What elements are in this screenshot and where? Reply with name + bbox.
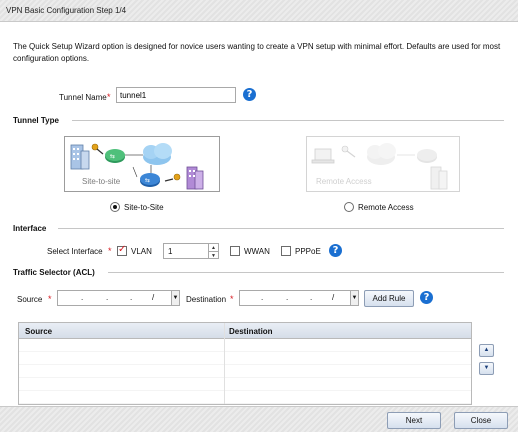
remote-access-card-label: Remote Access <box>316 177 372 186</box>
site-to-site-card[interactable]: ⇆ ⇆ Site-to-site <box>64 136 220 192</box>
remote-access-card[interactable]: Remote Access <box>306 136 460 192</box>
source-label: Source <box>17 295 43 304</box>
vlan-label: VLAN <box>131 247 152 256</box>
table-header: Source Destination <box>19 323 471 339</box>
wizard-footer: Next Close <box>0 406 518 432</box>
remote-access-radio-label: Remote Access <box>358 203 414 212</box>
key-icon <box>341 145 356 158</box>
close-button[interactable]: Close <box>454 412 508 429</box>
destination-label: Destination <box>186 295 227 304</box>
cloud-icon <box>367 143 396 165</box>
section-divider <box>58 228 504 229</box>
key-icon <box>91 143 104 155</box>
vlan-id-spinner[interactable]: 1 ▲ ▼ <box>163 243 219 259</box>
site-to-site-radio-label: Site-to-Site <box>124 203 164 212</box>
move-up-button[interactable]: ▲ <box>479 344 494 357</box>
wwan-checkbox[interactable] <box>230 246 240 256</box>
pppoe-label: PPPoE <box>295 247 321 256</box>
tunnel-name-input[interactable] <box>116 87 236 103</box>
source-ip-input[interactable]: . . . / ▼ <box>57 290 180 306</box>
wwan-label: WWAN <box>244 247 270 256</box>
table-body <box>19 339 471 404</box>
destination-dropdown-icon[interactable]: ▼ <box>350 291 358 305</box>
source-dropdown-icon[interactable]: ▼ <box>171 291 179 305</box>
wizard-title-bar: VPN Basic Configuration Step 1/4 <box>0 0 518 22</box>
cloud-icon <box>143 143 172 165</box>
router-icon: ⇆ <box>140 173 160 187</box>
required-marker: * <box>108 246 112 256</box>
help-icon[interactable]: ? <box>243 88 256 101</box>
acl-rules-table: Source Destination <box>18 322 472 405</box>
destination-ip-input[interactable]: . . . / ▼ <box>239 290 359 306</box>
select-interface-label: Select Interface <box>47 247 103 256</box>
tunnel-type-heading: Tunnel Type <box>13 116 59 125</box>
help-icon[interactable]: ? <box>329 244 342 257</box>
intro-text: The Quick Setup Wizard option is designe… <box>13 42 501 63</box>
router-icon: ⇆ <box>105 149 125 163</box>
required-marker: * <box>230 294 234 304</box>
tunnel-name-label: Tunnel Name <box>59 93 107 102</box>
router-icon <box>417 149 437 163</box>
help-icon[interactable]: ? <box>420 291 433 304</box>
next-button[interactable]: Next <box>387 412 441 429</box>
column-divider <box>224 323 225 404</box>
site-to-site-radio[interactable] <box>110 202 120 212</box>
svg-text:⇆: ⇆ <box>110 153 115 160</box>
add-rule-button[interactable]: Add Rule <box>364 290 414 307</box>
required-marker: * <box>48 294 52 304</box>
column-header-destination[interactable]: Destination <box>229 327 273 336</box>
required-marker: * <box>107 92 111 102</box>
window-title: VPN Basic Configuration Step 1/4 <box>6 6 127 15</box>
building-icon <box>430 166 448 190</box>
vlan-checkbox[interactable] <box>117 244 127 256</box>
laptop-icon <box>311 148 335 164</box>
remote-access-radio[interactable] <box>344 202 354 212</box>
spin-down-icon[interactable]: ▼ <box>208 251 218 259</box>
interface-heading: Interface <box>13 224 47 233</box>
traffic-selector-heading: Traffic Selector (ACL) <box>13 268 95 277</box>
svg-text:⇆: ⇆ <box>145 177 150 184</box>
move-down-button[interactable]: ▼ <box>479 362 494 375</box>
building-icon <box>186 166 204 190</box>
site-to-site-card-label: Site-to-site <box>82 177 121 186</box>
pppoe-checkbox[interactable] <box>281 246 291 256</box>
section-divider <box>108 272 504 273</box>
section-divider <box>72 120 504 121</box>
column-header-source[interactable]: Source <box>25 327 52 336</box>
building-icon <box>70 144 90 170</box>
key-icon <box>164 173 181 182</box>
vlan-id-value: 1 <box>168 247 173 256</box>
